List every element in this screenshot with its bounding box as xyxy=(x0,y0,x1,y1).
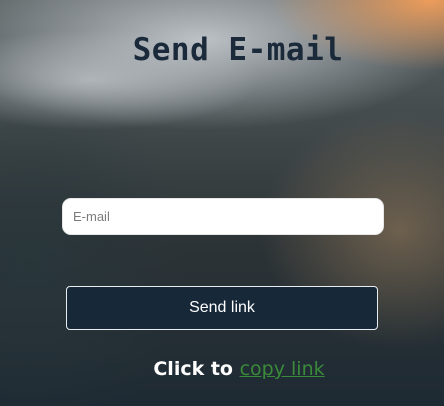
copy-link-prompt: Click to copy link xyxy=(0,358,444,380)
page-title: Send E-mail xyxy=(132,32,344,68)
click-to-text: Click to xyxy=(153,358,240,380)
email-field[interactable] xyxy=(62,198,384,235)
copy-link[interactable]: copy link xyxy=(240,358,325,380)
send-link-button[interactable]: Send link xyxy=(66,286,378,330)
